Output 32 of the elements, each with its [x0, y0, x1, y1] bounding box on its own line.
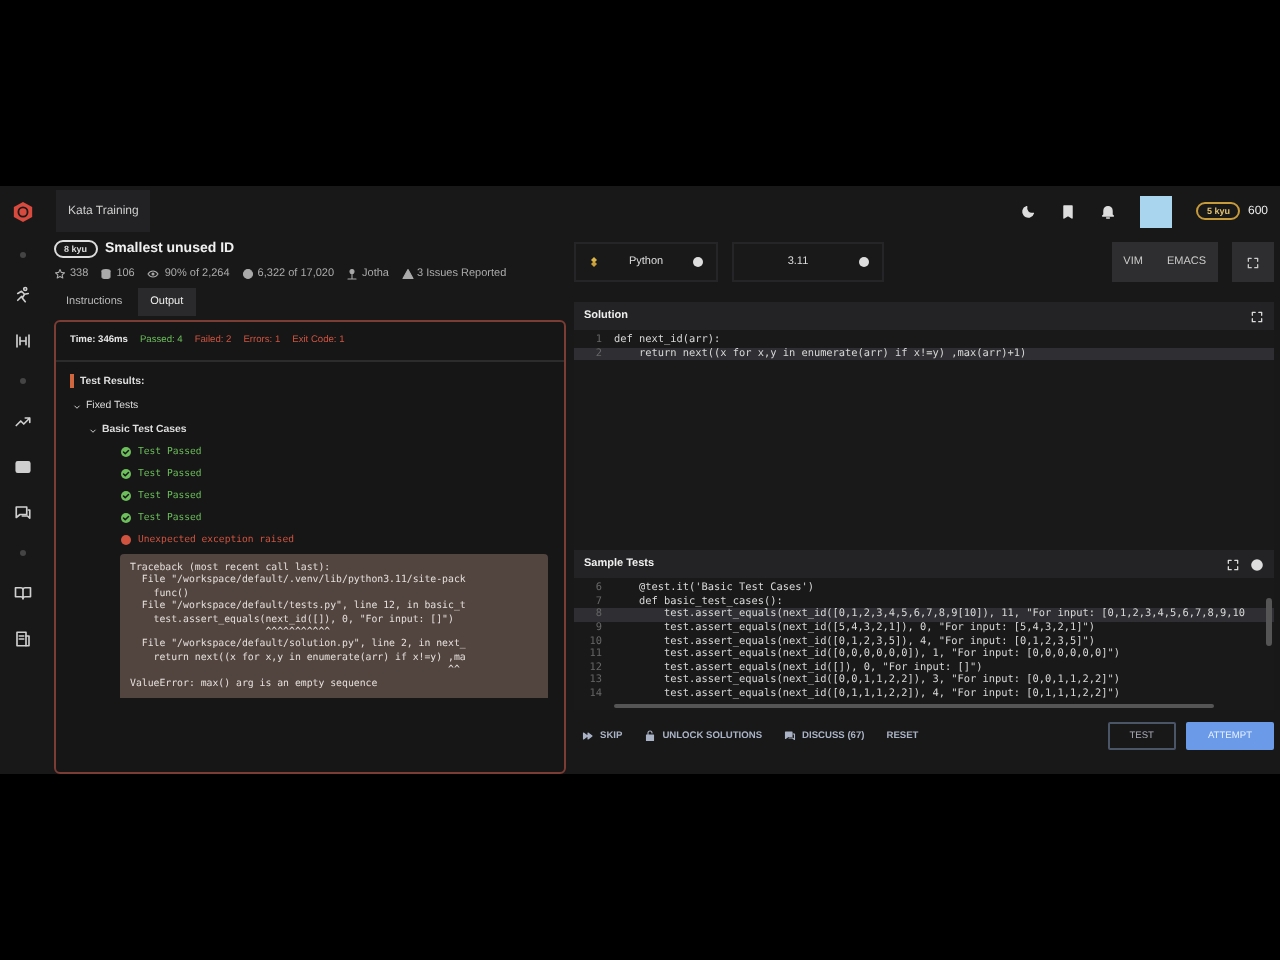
stack-icon [100, 268, 113, 280]
chat-icon [784, 730, 797, 742]
chevron-icon[interactable] [72, 401, 82, 411]
book-icon[interactable] [13, 584, 31, 602]
error-circle-icon [120, 534, 132, 546]
document-icon[interactable] [13, 630, 31, 648]
warning-icon [401, 268, 413, 280]
eye-icon [146, 268, 161, 280]
avatar[interactable] [1140, 195, 1173, 227]
scrollbar[interactable] [614, 704, 1214, 708]
logo-icon[interactable] [11, 200, 33, 224]
moon-icon[interactable] [1020, 203, 1037, 219]
expand-icon [1250, 309, 1264, 323]
star-icon [54, 268, 66, 280]
scrollbar[interactable] [1266, 598, 1272, 646]
python-icon [588, 256, 600, 268]
lock-icon [644, 730, 657, 742]
trend-icon[interactable] [13, 412, 31, 430]
person-icon [346, 268, 359, 280]
skip-icon [582, 730, 594, 742]
dumbbell-icon[interactable] [13, 332, 31, 350]
bell-icon[interactable] [1100, 203, 1117, 219]
bookmark-icon[interactable] [1060, 203, 1077, 219]
runner-icon[interactable] [13, 286, 31, 304]
expand-icon [1246, 255, 1260, 269]
chat-icon[interactable] [13, 504, 31, 522]
chevron-icon[interactable] [88, 425, 98, 435]
check-circle-icon [120, 468, 132, 480]
check-circle-icon [120, 512, 132, 524]
check-circle-icon [120, 490, 132, 502]
expand-icon [1226, 557, 1240, 571]
check-circle-icon [120, 446, 132, 458]
